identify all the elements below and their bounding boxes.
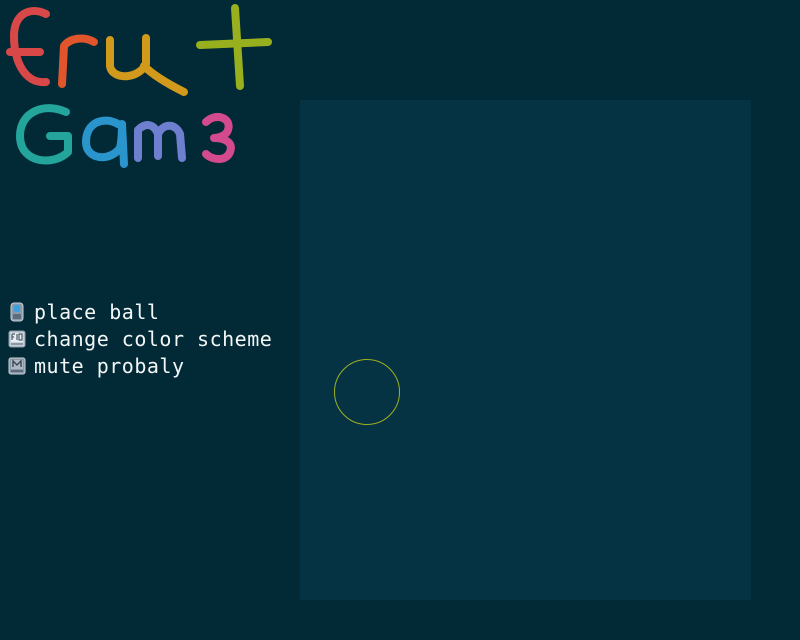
game-title-logo bbox=[6, 4, 272, 168]
control-label: place ball bbox=[34, 299, 160, 324]
play-area[interactable] bbox=[300, 100, 751, 600]
control-row-place-ball: place ball bbox=[8, 298, 272, 325]
f10-key-icon bbox=[8, 329, 26, 349]
control-row-color-scheme: change color scheme bbox=[8, 325, 272, 352]
control-label: mute probaly bbox=[34, 353, 185, 378]
m-key-icon bbox=[8, 356, 26, 376]
control-row-mute: mute probaly bbox=[8, 352, 272, 379]
game-screen: place ball change color scheme mute prob… bbox=[0, 0, 800, 640]
mouse-icon bbox=[8, 302, 26, 322]
controls-legend: place ball change color scheme mute prob… bbox=[8, 298, 272, 379]
ball-cursor-outline bbox=[334, 359, 400, 425]
control-label: change color scheme bbox=[34, 326, 273, 351]
